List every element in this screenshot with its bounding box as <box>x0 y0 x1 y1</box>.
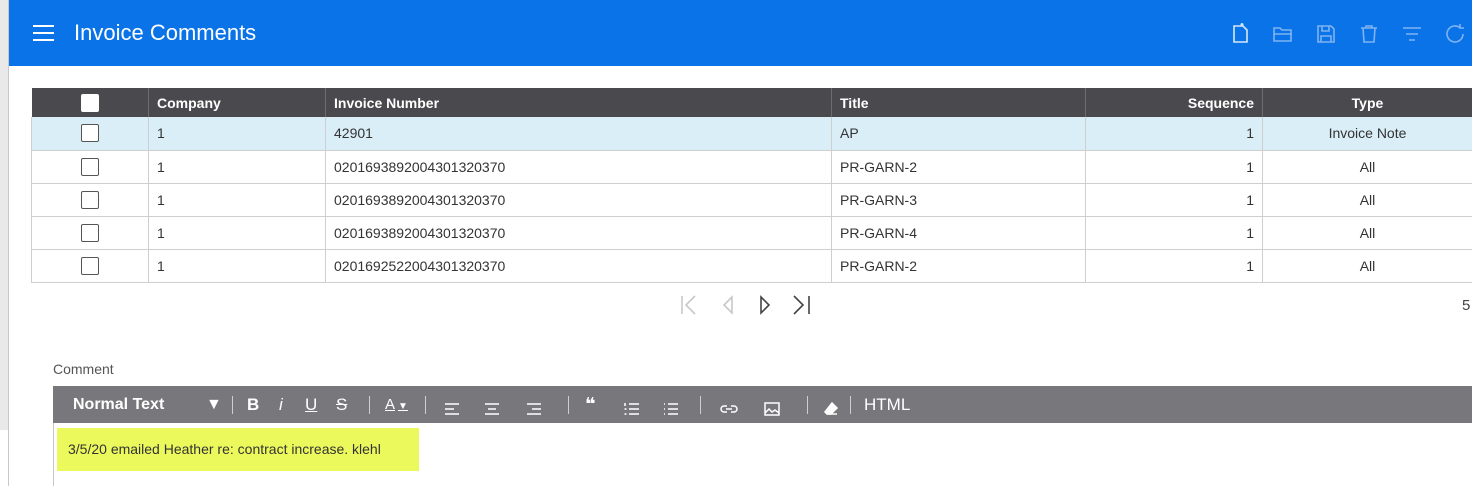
bold-button[interactable]: B <box>247 386 259 423</box>
row-select-cell <box>31 183 149 217</box>
cell-title: PR-GARN-3 <box>831 183 1086 217</box>
ordered-list-icon[interactable] <box>623 395 641 415</box>
blockquote-icon[interactable]: ❝ <box>585 386 596 423</box>
format-select[interactable]: Normal Text ▼ <box>73 386 222 423</box>
cell-invoice-number: 42901 <box>325 117 832 151</box>
first-page-icon[interactable] <box>678 293 702 317</box>
link-icon[interactable] <box>719 395 739 415</box>
open-folder-icon[interactable] <box>1271 22 1295 46</box>
cell-title: PR-GARN-2 <box>831 249 1086 283</box>
select-all-checkbox[interactable] <box>80 93 99 112</box>
cell-company: 1 <box>148 117 326 151</box>
row-select-cell <box>31 216 149 250</box>
row-checkbox[interactable] <box>81 256 99 275</box>
format-select-value: Normal Text <box>73 396 165 413</box>
cell-sequence: 1 <box>1085 249 1263 283</box>
column-header-type[interactable]: Type <box>1262 88 1472 117</box>
app-header: Invoice Comments <box>9 0 1472 66</box>
menu-icon[interactable] <box>33 25 54 41</box>
table-row[interactable]: 1 0201693892004301320370 PR-GARN-4 1 All <box>31 216 1472 250</box>
cell-title: AP <box>831 117 1086 151</box>
cell-sequence: 1 <box>1085 183 1263 217</box>
comment-label: Comment <box>53 361 114 377</box>
cell-invoice-number: 0201693892004301320370 <box>325 150 832 184</box>
image-icon[interactable] <box>763 395 781 416</box>
cell-invoice-number: 0201693892004301320370 <box>325 216 832 250</box>
comment-editor[interactable]: 3/5/20 emailed Heather re: contract incr… <box>53 423 1472 486</box>
cell-company: 1 <box>148 216 326 250</box>
cell-invoice-number: 0201692522004301320370 <box>325 249 832 283</box>
column-header-sequence[interactable]: Sequence <box>1085 88 1263 117</box>
save-icon[interactable] <box>1314 22 1338 46</box>
align-left-icon[interactable] <box>443 395 461 415</box>
underline-button[interactable]: U <box>305 386 317 423</box>
next-page-icon[interactable] <box>753 293 777 317</box>
cell-type: All <box>1262 216 1472 250</box>
filter-icon[interactable] <box>1400 22 1424 46</box>
table-row[interactable]: 1 42901 AP 1 Invoice Note <box>31 117 1472 151</box>
cell-type: All <box>1262 183 1472 217</box>
eraser-icon[interactable] <box>823 395 839 415</box>
cell-sequence: 1 <box>1085 117 1263 151</box>
column-header-title[interactable]: Title <box>831 88 1086 117</box>
font-color-button[interactable]: A ▼ <box>385 386 408 423</box>
column-header-company[interactable]: Company <box>148 88 326 117</box>
new-icon[interactable] <box>1228 22 1252 46</box>
comment-text: 3/5/20 emailed Heather re: contract incr… <box>57 428 419 471</box>
select-all-cell <box>31 88 149 117</box>
cell-company: 1 <box>148 249 326 283</box>
left-panel-edge <box>0 0 9 486</box>
cell-type: All <box>1262 150 1472 184</box>
chevron-down-icon: ▼ <box>206 396 222 413</box>
row-select-cell <box>31 249 149 283</box>
editor-toolbar: Normal Text ▼ B i U S A ▼ ❝ HTML <box>53 386 1472 423</box>
cell-company: 1 <box>148 150 326 184</box>
table-row[interactable]: 1 0201693892004301320370 PR-GARN-3 1 All <box>31 183 1472 217</box>
invoice-comments-table: Company Invoice Number Title Sequence Ty… <box>31 88 1472 283</box>
row-select-cell <box>31 117 149 151</box>
table-header-row: Company Invoice Number Title Sequence Ty… <box>31 88 1472 117</box>
table-row[interactable]: 1 0201693892004301320370 PR-GARN-2 1 All <box>31 150 1472 184</box>
strikethrough-button[interactable]: S <box>336 386 347 423</box>
app-window: Invoice Comments Company Invoice Number … <box>0 0 1472 486</box>
column-header-invoice-number[interactable]: Invoice Number <box>325 88 832 117</box>
row-checkbox[interactable] <box>81 190 99 209</box>
table-row[interactable]: 1 0201692522004301320370 PR-GARN-2 1 All <box>31 249 1472 283</box>
html-mode-button[interactable]: HTML <box>864 386 910 423</box>
align-right-icon[interactable] <box>525 395 543 415</box>
record-count: 5 <box>1462 297 1471 314</box>
row-select-cell <box>31 150 149 184</box>
page-title: Invoice Comments <box>74 20 257 45</box>
cell-sequence: 1 <box>1085 150 1263 184</box>
cell-invoice-number: 0201693892004301320370 <box>325 183 832 217</box>
row-checkbox[interactable] <box>81 223 99 242</box>
last-page-icon[interactable] <box>790 293 814 317</box>
delete-icon[interactable] <box>1357 22 1381 46</box>
previous-page-icon[interactable] <box>716 293 740 317</box>
refresh-icon[interactable] <box>1443 22 1467 46</box>
cell-type: Invoice Note <box>1262 117 1472 151</box>
cell-title: PR-GARN-4 <box>831 216 1086 250</box>
row-checkbox[interactable] <box>81 124 99 143</box>
cell-sequence: 1 <box>1085 216 1263 250</box>
cell-title: PR-GARN-2 <box>831 150 1086 184</box>
cell-company: 1 <box>148 183 326 217</box>
row-checkbox[interactable] <box>81 157 99 176</box>
font-color-label: A <box>385 396 396 413</box>
bullet-list-icon[interactable] <box>662 395 680 415</box>
italic-button[interactable]: i <box>279 386 283 423</box>
caret-down-icon: ▼ <box>398 401 408 412</box>
align-center-icon[interactable] <box>483 395 501 415</box>
cell-type: All <box>1262 249 1472 283</box>
